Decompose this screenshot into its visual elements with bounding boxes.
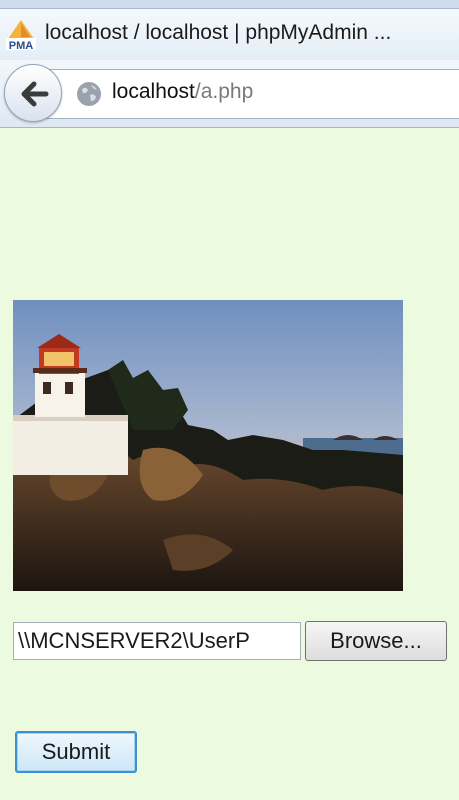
url-path: /a.php [194,80,254,103]
lighthouse-photo [13,300,403,591]
tab-title: localhost / localhost | phpMyAdmin ... [45,21,392,44]
url-text[interactable]: localhost/a.php [112,80,253,104]
submit-button[interactable]: Submit [15,731,137,773]
favicon-text: PMA [9,40,34,51]
globe-icon [77,82,101,106]
back-button[interactable] [4,64,62,122]
url-host: localhost [112,80,195,103]
file-path-input[interactable]: \\MCNSERVER2\UserP [13,622,301,660]
back-arrow-icon [21,81,49,107]
pma-favicon-icon: PMA [6,19,36,52]
browse-button[interactable]: Browse... [305,621,447,661]
browser-tab[interactable]: PMA localhost / localhost | phpMyAdmin .… [0,8,459,60]
